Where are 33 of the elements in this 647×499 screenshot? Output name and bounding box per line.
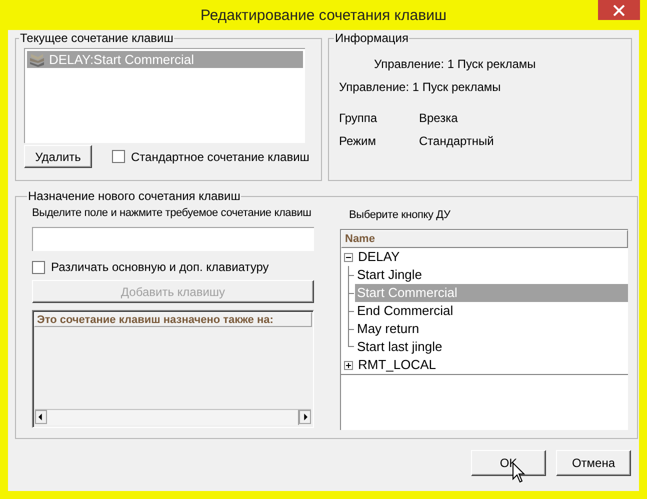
dialog-button[interactable]: Отмена bbox=[556, 450, 631, 476]
horizontal-scrollbar[interactable] bbox=[35, 409, 311, 425]
scroll-right-icon[interactable] bbox=[299, 410, 311, 424]
instruction-text: Выделите поле и нажмите требуемое сочетание клавиш bbox=[32, 207, 312, 221]
tree-item[interactable]: End Commercial bbox=[355, 302, 628, 320]
close-button[interactable] bbox=[598, 0, 640, 20]
info-text: Управление: 1 Пуск рекламы bbox=[374, 57, 537, 70]
tree-item[interactable]: DELAY bbox=[356, 248, 402, 266]
group-title: Назначение нового сочетания клавиш bbox=[27, 189, 242, 203]
column-header: Name bbox=[341, 230, 628, 248]
tree-item[interactable]: Start Jingle bbox=[355, 266, 628, 284]
group-title: Информация bbox=[334, 31, 410, 45]
tree-item[interactable]: RMT_LOCAL bbox=[356, 356, 438, 374]
window-title: Редактирование сочетания клавиш bbox=[200, 6, 446, 24]
instruction-text: Выберите кнопку ДУ bbox=[349, 209, 450, 223]
books-icon bbox=[29, 52, 45, 66]
expand-icon[interactable] bbox=[344, 360, 353, 370]
field-value: Стандартный bbox=[419, 134, 495, 148]
close-icon bbox=[613, 4, 625, 16]
standard-checkbox[interactable]: Стандартное сочетание клавиш bbox=[112, 150, 310, 164]
scroll-left-icon[interactable] bbox=[35, 410, 47, 424]
shortcut-input-field[interactable] bbox=[32, 227, 314, 251]
field-value: Врезка bbox=[419, 111, 459, 125]
info-text: Управление: 1 Пуск рекламы bbox=[339, 80, 502, 93]
delete-button[interactable]: Удалить bbox=[24, 145, 92, 168]
collapse-icon[interactable] bbox=[344, 252, 353, 262]
tree-item[interactable]: Start last jingle bbox=[355, 338, 628, 356]
column-header: Это сочетание клавиш назначено также на: bbox=[34, 312, 312, 327]
field-label: Режим bbox=[339, 134, 377, 148]
distinguish-checkbox[interactable]: Различать основную и доп. клавиатуру bbox=[32, 260, 320, 274]
field-label: Группа bbox=[339, 111, 378, 125]
group-title: Текущее сочетание клавиш bbox=[19, 31, 174, 45]
tree-item[interactable]: May return bbox=[355, 320, 628, 338]
